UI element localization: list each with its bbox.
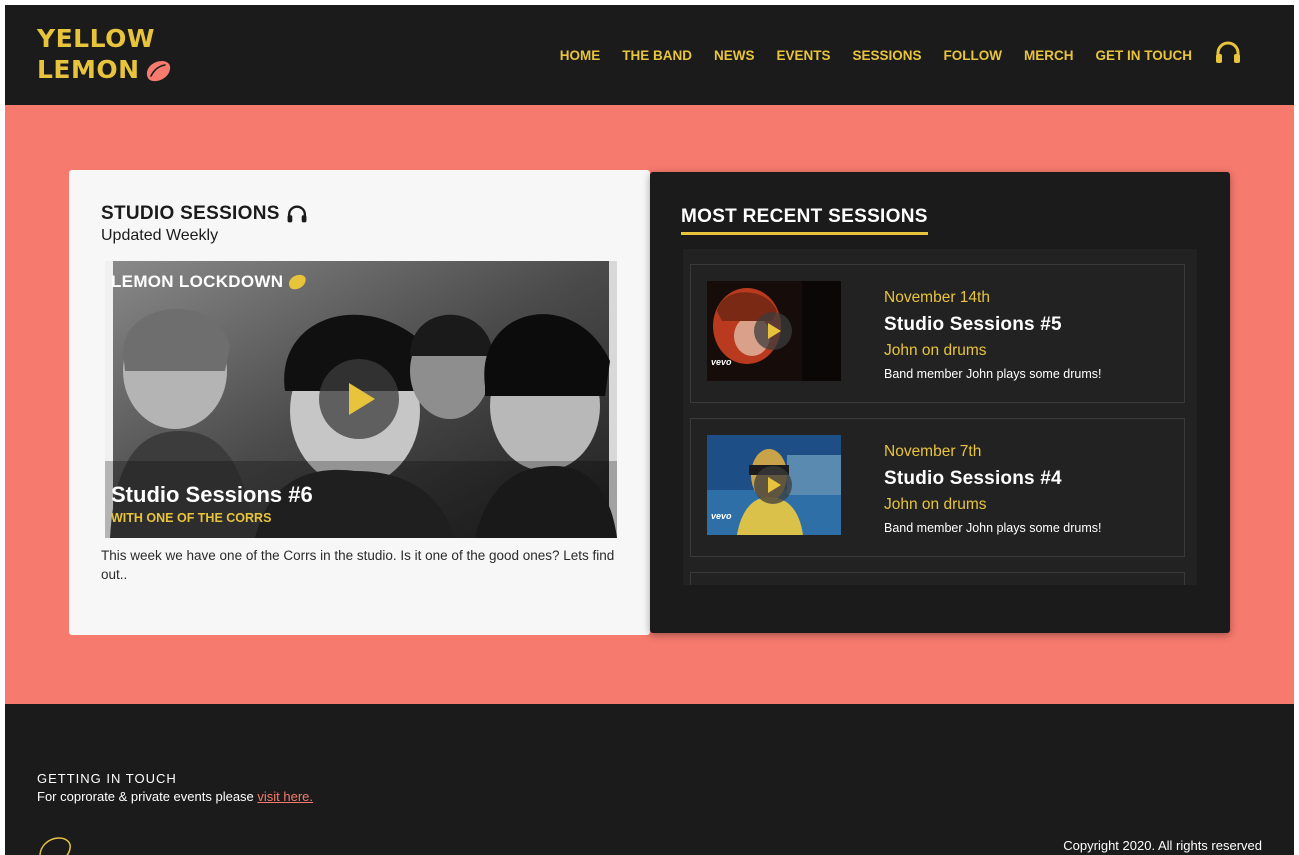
page: YELLOW LEMON HOME THE BAND NEWS EVENTS S…	[5, 5, 1294, 855]
thumbnail-label: vevo	[711, 357, 732, 367]
copyright-text: Copyright 2020. All rights reserved	[1063, 838, 1262, 853]
footer-text-label: For coprorate & private events please	[37, 789, 258, 804]
nav-get-in-touch[interactable]: GET IN TOUCH	[1095, 48, 1192, 63]
recent-sessions-list[interactable]: vevo November 14th Studio Sessions #5 Jo…	[683, 249, 1197, 585]
session-blurb: Band member John plays some drums!	[884, 521, 1102, 535]
session-performer: John on drums	[884, 342, 987, 359]
feature-tag-label: LEMON LOCKDOWN	[111, 272, 284, 291]
nav-news[interactable]: NEWS	[714, 48, 755, 63]
feature-subtitle: WITH ONE OF THE CORRS	[111, 511, 272, 525]
lemon-icon	[39, 837, 71, 855]
site-header: YELLOW LEMON HOME THE BAND NEWS EVENTS S…	[5, 5, 1294, 105]
feature-title: Studio Sessions #6	[111, 482, 313, 507]
studio-sessions-card: STUDIO SESSIONS Updated Weekly LEMON LOC…	[69, 170, 650, 635]
footer-heading: GETTING IN TOUCH	[37, 771, 177, 786]
site-logo[interactable]: YELLOW LEMON	[37, 23, 172, 85]
feature-tag: LEMON LOCKDOWN	[111, 272, 307, 292]
list-item[interactable]: vevo November 7th Studio Sessions #4 Joh…	[690, 418, 1185, 557]
list-item-partial[interactable]	[690, 572, 1185, 585]
session-date: November 14th	[884, 289, 990, 306]
lemon-icon	[146, 61, 170, 82]
site-footer: GETTING IN TOUCH For coprorate & private…	[5, 704, 1294, 855]
studio-sessions-heading: STUDIO SESSIONS	[101, 203, 308, 225]
session-performer: John on drums	[884, 496, 987, 513]
session-date: November 7th	[884, 443, 982, 460]
logo-line-2: LEMON	[37, 55, 140, 84]
session-blurb: Band member John plays some drums!	[884, 367, 1102, 381]
play-button[interactable]	[754, 466, 792, 504]
main-nav: HOME THE BAND NEWS EVENTS SESSIONS FOLLO…	[560, 41, 1294, 65]
recent-sessions-card: MOST RECENT SESSIONS vevo November 14th …	[650, 172, 1230, 633]
studio-sessions-subtitle: Updated Weekly	[101, 227, 219, 244]
video-thumbnail[interactable]: vevo	[707, 435, 841, 535]
session-name[interactable]: Studio Sessions #4	[884, 468, 1062, 490]
nav-sessions[interactable]: SESSIONS	[852, 48, 921, 63]
play-button[interactable]	[754, 312, 792, 350]
logo-line-1: YELLOW	[37, 24, 155, 53]
play-button[interactable]	[319, 359, 399, 439]
session-name[interactable]: Studio Sessions #5	[884, 314, 1062, 336]
feature-description: This week we have one of the Corrs in th…	[101, 548, 615, 582]
list-item[interactable]: vevo November 14th Studio Sessions #5 Jo…	[690, 264, 1185, 403]
nav-follow[interactable]: FOLLOW	[944, 48, 1002, 63]
nav-merch[interactable]: MERCH	[1024, 48, 1074, 63]
headphones-icon	[287, 205, 307, 222]
nav-events[interactable]: EVENTS	[776, 48, 830, 63]
nav-the-band[interactable]: THE BAND	[622, 48, 692, 63]
recent-sessions-title: MOST RECENT SESSIONS	[681, 206, 928, 235]
nav-home[interactable]: HOME	[560, 48, 601, 63]
lemon-icon	[289, 274, 307, 290]
studio-sessions-title: STUDIO SESSIONS	[101, 203, 280, 224]
thumbnail-label: vevo	[711, 511, 732, 521]
sessions-section: STUDIO SESSIONS Updated Weekly LEMON LOC…	[5, 105, 1294, 704]
featured-video[interactable]: LEMON LOCKDOWN Studio Sessions #6 WITH O…	[105, 261, 617, 538]
footer-contact-link[interactable]: visit here.	[257, 789, 313, 804]
video-thumbnail[interactable]: vevo	[707, 281, 841, 381]
headphones-icon[interactable]	[1214, 41, 1242, 65]
footer-text: For coprorate & private events please vi…	[37, 789, 313, 804]
